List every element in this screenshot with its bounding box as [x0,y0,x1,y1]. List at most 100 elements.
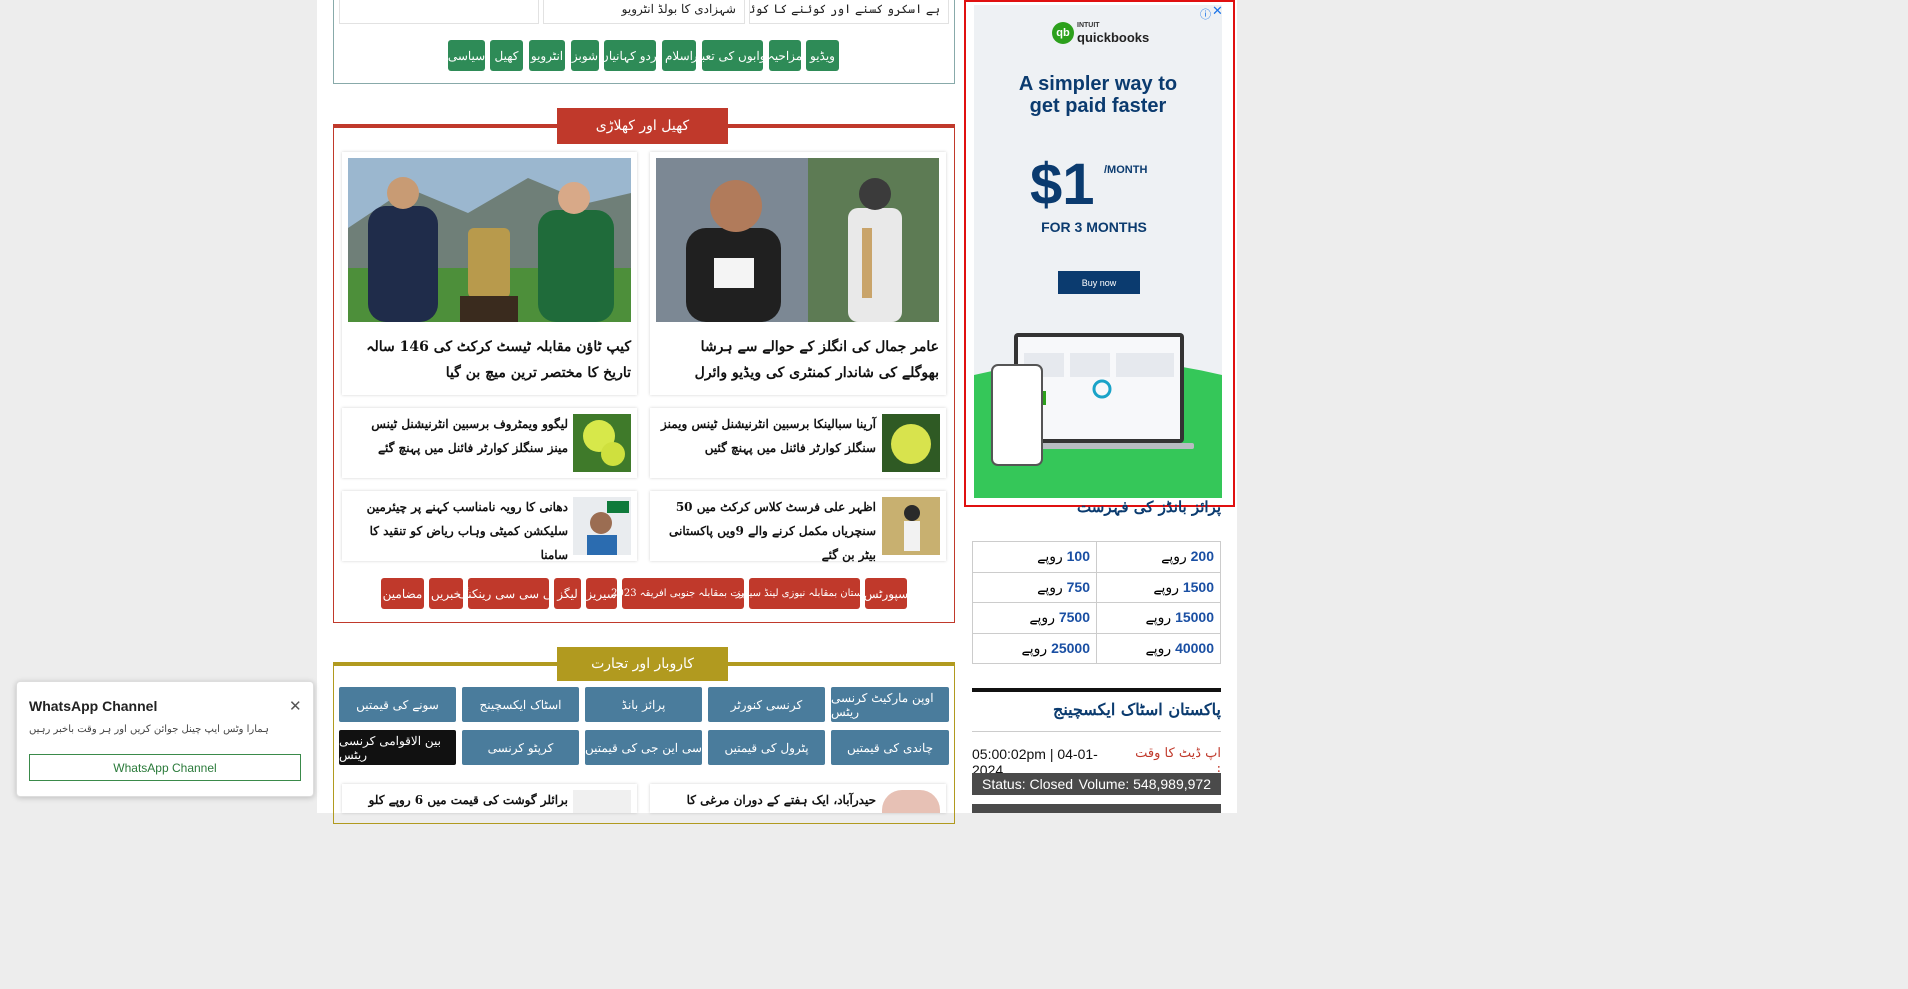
cricket-thumb [882,497,940,555]
sports-small-4-title[interactable]: اظہر علی فرسٹ کلاس کرکٹ میں 50 سنچریاں م… [656,495,876,567]
quickbooks-logo-icon: qb [1052,22,1074,44]
sports-tag-leagues[interactable]: لیگز [554,578,581,609]
stock-title[interactable]: پاکستان اسٹاک ایکسچینج [972,700,1221,719]
sports-image-trophy [348,158,631,322]
ad-brand: quickbooks [1077,30,1150,45]
prize-bonds-table: 100 روپے 200 روپے 750 روپے 1500 روپے 750… [972,541,1221,664]
btn-intl-currency[interactable]: بین الاقوامی کرنسی ریٹس [339,730,456,765]
prize-bonds-title[interactable]: پرائز بانڈز کی فہرست [972,498,1221,516]
whatsapp-popup-text: ہمارا وٹس ایپ چینل جوائن کریں اور ہر وقت… [29,724,269,735]
prize-value[interactable]: 25000 [1051,640,1090,656]
ad-price-per: /MONTH [1104,164,1148,176]
stock-divider-thin [972,731,1221,732]
btn-silver-prices[interactable]: چاندی کی قیمتیں [831,730,949,765]
sports-small-2-title[interactable]: آرینا سبالینکا برسبین انٹرنیشنل ٹینس ویم… [656,412,876,460]
sports-tag-icc-ranking[interactable]: آئی سی سی رینکنگ [458,578,560,609]
tag-showbiz[interactable]: شوبز [571,40,599,71]
sports-small-card-3[interactable]: دھانی کا رویہ نامناسب کہنے پر چیئرمین سل… [342,491,637,562]
prize-unit: روپے [1145,639,1172,656]
prize-value[interactable]: 100 [1067,548,1090,564]
business-news-right[interactable]: حیدرآباد، ایک ہفتے کے دوران مرغی کا گوشت… [650,784,946,813]
sports-tag-articles[interactable]: مضامین [381,578,424,609]
whatsapp-popup: WhatsApp Channel ✕ ہمارا وٹس ایپ چینل جو… [16,681,314,797]
tennis-ball-thumb [882,414,940,472]
stock-status-bar: Status: Closed Volume: 548,989,972 [972,773,1221,795]
ad-duration: FOR 3 MONTHS [1041,219,1147,235]
prize-unit: روپے [1021,639,1048,656]
btn-gold-prices[interactable]: سونے کی قیمتیں [339,687,456,722]
btn-prize-bond[interactable]: پرائز بانڈ [585,687,702,722]
sports-small-card-1[interactable]: لیگوو ویمٹروف برسبین انٹرنیشنل ٹینس مینز… [342,408,637,478]
btn-currency-converter[interactable]: کرنسی کنورٹر [708,687,825,722]
stock-next-bar [972,804,1221,813]
top-card-1[interactable] [339,0,539,24]
prize-unit: روپے [1029,609,1055,626]
top-card-3[interactable]: ہے اسکرو کسنے اور کوئنے کا کوئی حق نہیں،… [749,0,949,24]
prize-value[interactable]: 7500 [1059,609,1090,625]
sports-main-right-title[interactable]: عامر جمال کی انگلز کے حوالے سے ہرشا بھوگ… [662,334,939,386]
btn-petrol-prices[interactable]: پٹرول کی قیمتیں [708,730,825,765]
ad-buy-now-button[interactable]: Buy now [1058,271,1140,294]
table-row[interactable]: 25000 روپے 40000 روپے [972,632,1221,664]
sports-main-left-title[interactable]: کیپ ٹاؤن مقابلہ ٹیسٹ کرکٹ کی 146 سالہ تا… [354,334,631,386]
whatsapp-close-icon[interactable]: ✕ [289,697,302,715]
ad-banner[interactable]: ⓘ ✕ qb INTUIT quickbooks A simpler way t… [964,0,1235,507]
tag-urdu-stories[interactable]: اردو کہانیاں [600,40,660,71]
table-row[interactable]: 750 روپے 1500 روپے [972,571,1221,603]
top-card-2[interactable]: شہزادی کا بولڈ انٹرویو [543,0,745,24]
sports-small-3-title[interactable]: دھانی کا رویہ نامناسب کہنے پر چیئرمین سل… [348,495,568,567]
sports-tag-pak-nz[interactable]: پاکستان بمقابلہ نیوزی لینڈ سیریز [736,578,873,609]
btn-open-market-rates[interactable]: اوپن مارکیٹ کرنسی ریٹس [831,687,949,722]
sports-card-main-right[interactable]: عامر جمال کی انگلز کے حوالے سے ہرشا بھوگ… [650,152,946,395]
tag-dreams[interactable]: خوابوں کی تعبیر [692,40,773,71]
table-row[interactable]: 7500 روپے 15000 روپے [972,602,1221,634]
business-thumb-right [882,790,940,813]
prize-value[interactable]: 1500 [1183,579,1214,595]
business-section-title: کاروبار اور تجارت [557,647,728,681]
prize-value[interactable]: 40000 [1175,640,1214,656]
sports-small-card-4[interactable]: اظہر علی فرسٹ کلاس کرکٹ میں 50 سنچریاں م… [650,491,946,562]
business-news-left[interactable]: برائلر گوشت کی قیمت میں 6 روپے کلو اضافہ [342,784,637,813]
ad-laptop-illustration [974,333,1222,498]
tennis-ball-thumb [573,414,631,472]
prize-unit: روپے [1145,609,1172,626]
btn-cng-prices[interactable]: سی این جی کی قیمتیں [585,730,702,765]
sports-small-1-title[interactable]: لیگوو ویمٹروف برسبین انٹرنیشنل ٹینس مینز… [348,412,568,460]
prize-value[interactable]: 750 [1067,579,1090,595]
stock-divider [972,688,1221,692]
sports-image-commentator [656,158,939,322]
prize-unit: روپے [1153,578,1179,595]
sports-small-card-2[interactable]: آرینا سبالینکا برسبین انٹرنیشنل ٹینس ویم… [650,408,946,478]
tag-politics[interactable]: سیاسی [448,40,485,71]
prize-unit: روپے [1161,548,1187,565]
business-thumb-left [573,790,631,813]
prize-unit: روپے [1037,548,1063,565]
sports-tag-ind-sa[interactable]: بھارت بمقابلہ جنوبی افریقہ 2023 [611,578,755,609]
whatsapp-channel-button[interactable]: WhatsApp Channel [29,754,301,781]
prize-value[interactable]: 15000 [1175,609,1214,625]
tag-video[interactable]: ویڈیو [806,40,839,71]
btn-stock-exchange[interactable]: اسٹاک ایکسچینج [462,687,579,722]
business-news-left-title[interactable]: برائلر گوشت کی قیمت میں 6 روپے کلو اضافہ [348,788,568,813]
prize-value[interactable]: 200 [1191,548,1214,564]
prize-unit: روپے [1037,578,1063,595]
business-news-right-title[interactable]: حیدرآباد، ایک ہفتے کے دوران مرغی کا گوشت… [656,788,876,813]
adchoices-icon[interactable]: ⓘ [1200,6,1211,22]
stock-volume: Volume: 548,989,972 [1078,776,1211,792]
tag-interview[interactable]: انٹرویو [529,40,565,71]
ad-headline-2: get paid faster [1029,95,1167,117]
sports-tag-sports[interactable]: سپورٹس [864,578,908,609]
ad-close-icon[interactable]: ✕ [1212,5,1222,19]
table-row[interactable]: 100 روپے 200 روپے [972,541,1221,573]
tag-sports[interactable]: کھیل [490,40,523,71]
sports-card-main-left[interactable]: کیپ ٹاؤن مقابلہ ٹیسٹ کرکٹ کی 146 سالہ تا… [342,152,637,395]
ad-price: $1 [1030,152,1095,217]
sports-section-title: کھیل اور کھلاڑی [557,108,728,144]
stock-status: Status: Closed [982,776,1074,792]
whatsapp-popup-title: WhatsApp Channel [29,698,158,714]
btn-crypto[interactable]: کرپٹو کرنسی [462,730,579,765]
ad-brand-top: INTUIT [1077,22,1100,29]
tag-humor[interactable]: مزاحیہ [768,40,802,71]
ad-creative[interactable]: ⓘ ✕ qb INTUIT quickbooks A simpler way t… [974,5,1222,498]
person-thumb [573,497,631,555]
